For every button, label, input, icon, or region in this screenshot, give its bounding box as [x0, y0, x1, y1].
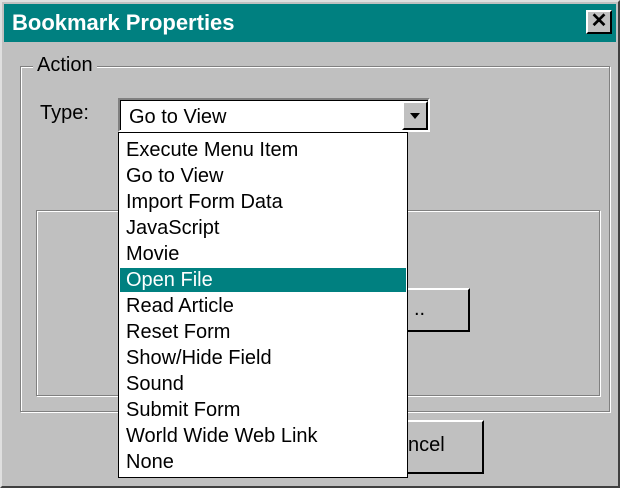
close-button[interactable]: ✕ [586, 10, 612, 34]
cancel-button-label: ncel [408, 434, 445, 456]
dropdown-option[interactable]: Show/Hide Field [120, 346, 406, 370]
dropdown-option[interactable]: Import Form Data [120, 190, 406, 214]
dropdown-option[interactable]: Execute Menu Item [120, 138, 406, 162]
chevron-down-icon [410, 113, 420, 119]
type-dropdown-list[interactable]: Execute Menu Item Go to View Import Form D… [118, 132, 408, 478]
type-label: Type: [40, 102, 89, 124]
dropdown-option[interactable]: Sound [120, 372, 406, 396]
dropdown-option[interactable]: Open File [120, 268, 406, 292]
dropdown-option[interactable]: Movie [120, 242, 406, 266]
edit-button-label: .. [414, 298, 426, 320]
bookmark-properties-dialog: Bookmark Properties ✕ Action Type: .. nc… [0, 0, 620, 488]
dropdown-option[interactable]: Read Article [120, 294, 406, 318]
dialog-title: Bookmark Properties [12, 10, 235, 35]
type-select-dropdown-button[interactable] [402, 101, 428, 130]
type-select-value: Go to View [129, 106, 227, 128]
action-group-legend: Action [33, 53, 97, 77]
dropdown-option[interactable]: Submit Form [120, 398, 406, 422]
close-icon: ✕ [590, 10, 608, 32]
dropdown-option[interactable]: JavaScript [120, 216, 406, 240]
dropdown-option[interactable]: Go to View [120, 164, 406, 188]
dropdown-option[interactable]: World Wide Web Link [120, 424, 406, 448]
dropdown-option[interactable]: None [120, 450, 406, 474]
dropdown-option[interactable]: Reset Form [120, 320, 406, 344]
title-bar[interactable]: Bookmark Properties ✕ [4, 4, 616, 42]
type-select[interactable]: Go to View [118, 98, 430, 132]
